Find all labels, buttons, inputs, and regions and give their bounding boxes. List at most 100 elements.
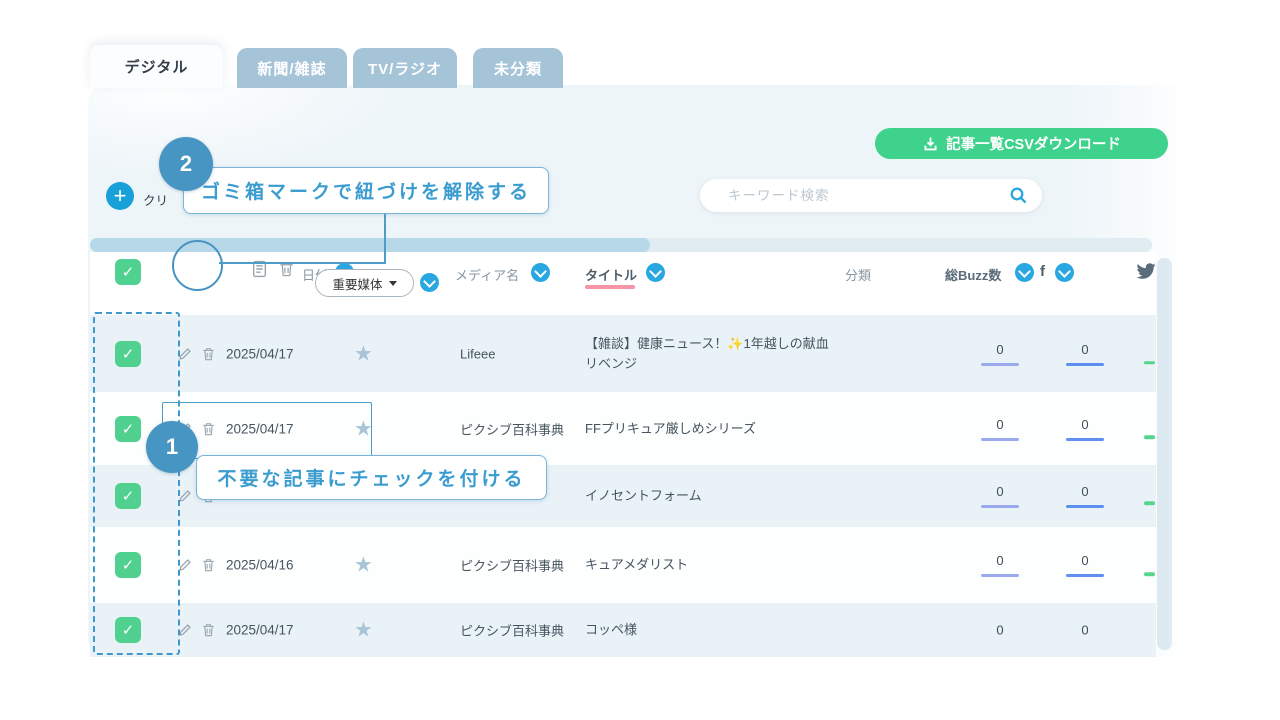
row-total-buzz[interactable]: 0	[978, 623, 1022, 638]
callout-step2-text: ゴミ箱マークで紐づけを解除する	[201, 177, 531, 204]
facebook-underline	[1066, 574, 1104, 577]
row-media-name: ピクシブ百科事典	[460, 556, 564, 575]
keyword-search	[700, 179, 1042, 212]
tab-uncategorized[interactable]: 未分類	[473, 48, 563, 88]
row-facebook-count[interactable]: 0	[1063, 553, 1107, 577]
row-facebook-count[interactable]: 0	[1063, 417, 1107, 441]
delete-trash-icon[interactable]	[202, 421, 215, 436]
row-media-name: Lifeee	[460, 346, 495, 361]
buzz-underline	[981, 505, 1019, 508]
tab-label: 未分類	[494, 58, 542, 79]
dropdown-chevron-icon	[389, 281, 397, 286]
row-checkbox[interactable]: ✓	[115, 341, 141, 367]
facebook-underline	[1066, 438, 1104, 441]
search-input[interactable]	[726, 187, 999, 204]
important-star-icon[interactable]: ★	[354, 555, 373, 576]
important-star-icon[interactable]: ★	[354, 620, 373, 641]
column-category: 分類	[845, 265, 871, 284]
step2-number: 2	[180, 151, 192, 177]
download-icon	[922, 135, 939, 152]
row-checkbox[interactable]: ✓	[115, 552, 141, 578]
row-media-name: ピクシブ百科事典	[460, 419, 564, 438]
step1-number: 1	[166, 434, 178, 460]
tab-label: デジタル	[125, 56, 189, 77]
check-icon: ✓	[122, 556, 135, 574]
sort-title-icon[interactable]	[646, 263, 665, 282]
row-date: 2025/04/17	[226, 346, 294, 361]
total-buzz-value: 0	[996, 623, 1003, 638]
tab-digital[interactable]: デジタル	[90, 45, 223, 88]
row-total-buzz[interactable]: 0	[978, 484, 1022, 508]
total-buzz-value: 0	[996, 417, 1003, 432]
column-media-name: メディア名	[455, 265, 519, 284]
important-star-icon[interactable]: ★	[354, 343, 373, 364]
row-date: 2025/04/17	[226, 623, 294, 638]
add-button[interactable]: +	[106, 182, 134, 210]
row-title: イノセントフォーム	[585, 486, 840, 506]
tab-label: TV/ラジオ	[368, 58, 442, 79]
table-row: ✓ 2025/04/17 ★ ピクシブ百科事典 コッペ様 0 0	[90, 603, 1156, 657]
row-total-buzz[interactable]: 0	[978, 417, 1022, 441]
step2-badge: 2	[159, 137, 213, 191]
sort-important-media-icon[interactable]	[420, 273, 439, 292]
facebook-value: 0	[1081, 342, 1088, 357]
facebook-value: 0	[1081, 553, 1088, 568]
important-star-icon[interactable]: ★	[354, 418, 373, 439]
row-total-buzz[interactable]: 0	[978, 342, 1022, 366]
facebook-underline	[1066, 505, 1104, 508]
add-button-label: クリ	[143, 190, 168, 209]
delete-trash-icon[interactable]	[202, 346, 215, 361]
sort-facebook-icon[interactable]	[1055, 263, 1074, 282]
column-total-buzz: 総Buzz数	[945, 265, 1001, 284]
sort-media-name-icon[interactable]	[531, 263, 550, 282]
row-checkbox[interactable]: ✓	[115, 416, 141, 442]
twitter-count-clipped	[1144, 502, 1155, 506]
check-icon: ✓	[122, 420, 135, 438]
tab-newspaper-magazine[interactable]: 新聞/雑誌	[237, 48, 347, 88]
delete-trash-icon[interactable]	[202, 558, 215, 573]
copy-document-icon[interactable]	[252, 260, 267, 278]
tab-tv-radio[interactable]: TV/ラジオ	[353, 48, 457, 88]
check-icon: ✓	[122, 263, 135, 281]
row-checkbox[interactable]: ✓	[115, 617, 141, 643]
search-icon[interactable]	[1009, 186, 1028, 205]
edit-pencil-icon[interactable]	[178, 347, 192, 361]
vertical-scrollbar-thumb[interactable]	[1157, 258, 1172, 650]
edit-pencil-icon[interactable]	[178, 489, 192, 503]
table-row: ✓ 2025/04/17 ★ Lifeee 【雑談】健康ニュース！✨1年越しの献…	[90, 315, 1156, 392]
important-media-dropdown[interactable]: 重要媒体	[315, 269, 414, 297]
callout-step1: 不要な記事にチェックを付ける	[196, 455, 547, 500]
facebook-value: 0	[1081, 484, 1088, 499]
select-all-checkbox[interactable]: ✓	[115, 259, 141, 285]
step1-badge: 1	[146, 421, 198, 473]
sort-total-buzz-icon[interactable]	[1015, 263, 1034, 282]
row-date: 2025/04/16	[226, 558, 294, 573]
check-icon: ✓	[122, 621, 135, 639]
unlink-trash-icon[interactable]	[279, 260, 294, 278]
row-title: FFプリキュア厳しめシリーズ	[585, 418, 840, 438]
row-total-buzz[interactable]: 0	[978, 553, 1022, 577]
row-title: 【雑談】健康ニュース！✨1年越しの献血リベンジ	[585, 333, 840, 373]
row-date: 2025/04/17	[226, 421, 294, 436]
row-title: キュアメダリスト	[585, 555, 840, 575]
column-facebook: f	[1040, 263, 1045, 280]
column-title: タイトル	[585, 265, 637, 284]
horizontal-scrollbar	[90, 238, 1152, 252]
row-title: コッペ様	[585, 620, 840, 640]
edit-pencil-icon[interactable]	[178, 623, 192, 637]
buzz-underline	[981, 438, 1019, 441]
row-facebook-count[interactable]: 0	[1063, 342, 1107, 366]
row-facebook-count[interactable]: 0	[1063, 484, 1107, 508]
important-media-label: 重要媒体	[332, 274, 382, 293]
tab-label: 新聞/雑誌	[257, 58, 326, 79]
delete-trash-icon[interactable]	[202, 623, 215, 638]
facebook-underline	[1066, 363, 1104, 366]
horizontal-scrollbar-thumb[interactable]	[90, 238, 650, 252]
row-facebook-count[interactable]: 0	[1063, 623, 1107, 638]
facebook-value: 0	[1081, 623, 1088, 638]
buzz-underline	[981, 363, 1019, 366]
row-checkbox[interactable]: ✓	[115, 483, 141, 509]
buzz-underline	[981, 574, 1019, 577]
edit-pencil-icon[interactable]	[178, 558, 192, 572]
csv-download-button[interactable]: 記事一覧CSVダウンロード	[875, 128, 1168, 159]
